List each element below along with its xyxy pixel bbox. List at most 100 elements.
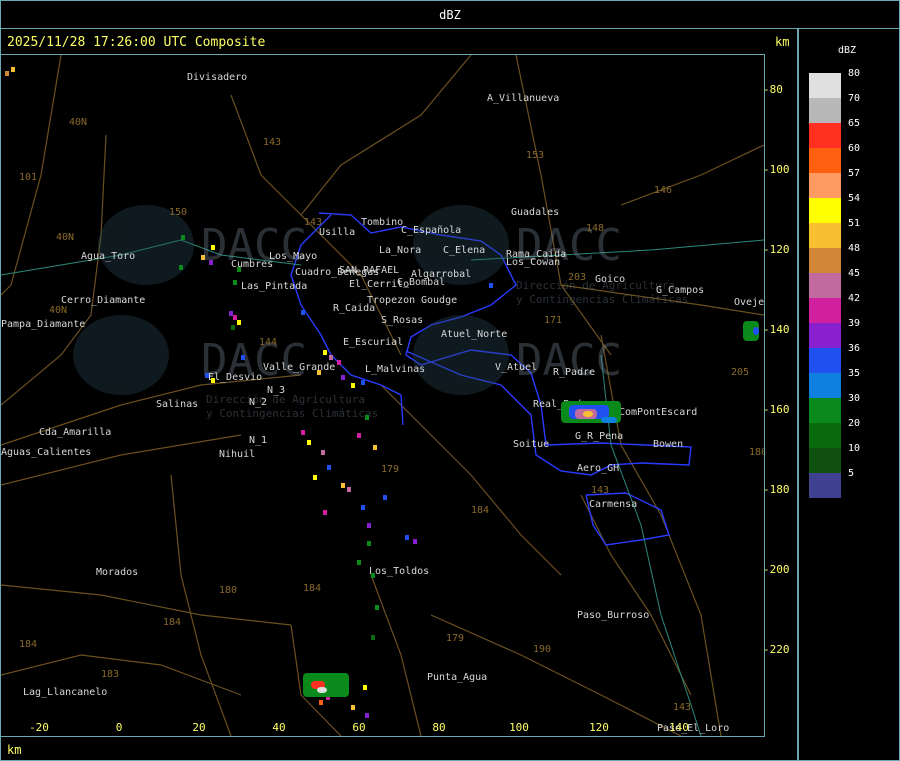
place-label: Paso_El_Loro [657,723,729,734]
place-label: A_Villanueva [487,93,559,104]
place-label: C_Bombal [397,277,445,288]
x-tick-label: 40 [272,721,285,734]
echo-cell [11,67,15,72]
place-label: G_Campos [656,285,704,296]
echo-cell [365,415,369,420]
svg-text:148: 148 [586,223,604,234]
echo-cell [347,487,351,492]
place-label: Ovejeria [734,297,764,308]
echo-cluster [753,327,759,335]
echo-cell [201,255,205,260]
place-label: S_Rosas [381,315,423,326]
svg-text:205: 205 [731,367,749,378]
echo-cell [329,355,333,360]
radar-map-plot[interactable]: DACC DACC DACC DACC Dirección de Agricul… [0,54,782,737]
y-tick-label: -200 [763,563,790,576]
x-tick-label: 120 [589,721,609,734]
place-label: N_2 [249,397,267,408]
echo-cluster [601,417,617,423]
echo-cell [181,235,185,240]
place-label: Pampa_Diamante [1,319,85,330]
legend-swatch [809,473,841,498]
legend-swatch [809,348,841,373]
y-tick-label: -120 [763,243,790,256]
x-axis-ticks: -20 0 20 40 60 80 100 120 140 [29,721,689,734]
echo-cell [341,483,345,488]
place-label: G_R_Pena [575,431,623,442]
svg-text:150: 150 [169,207,187,218]
legend-label: 45 [848,268,861,279]
place-label: Cda_Amarilla [39,427,111,438]
place-label: ComPontEscard [619,407,697,418]
echo-cell [367,541,371,546]
x-tick-label: -20 [29,721,49,734]
legend-label: 5 [848,468,855,479]
svg-text:179: 179 [381,464,399,475]
echo-cell [357,433,361,438]
legend-label: 36 [848,343,861,354]
echo-cell [489,283,493,288]
legend-label: 51 [848,218,861,229]
place-label: N_3 [267,385,285,396]
legend-swatch [809,148,841,173]
y-tick-label: -80 [763,83,783,96]
legend-swatch [809,448,841,473]
place-label: Goudge [421,295,457,306]
place-label: Valle_Grande [263,362,335,373]
x-tick-label: 80 [432,721,445,734]
place-label: Soitue [513,439,549,450]
echo-cell [413,539,417,544]
legend-swatch [809,248,841,273]
legend-label: 10 [848,443,861,454]
echo-cell [301,310,305,315]
legend-swatch [809,73,841,98]
echo-cell [233,315,237,320]
place-label: V_Atuel [495,362,537,373]
place-label: Guadales [511,207,559,218]
svg-text:40N: 40N [69,117,87,128]
radar-map-svg[interactable]: DACC DACC DACC DACC Dirección de Agricul… [0,54,782,737]
x-tick-label: 60 [352,721,365,734]
place-label: Las_Pintada [241,281,307,292]
place-label: Paso_Burroso [577,610,649,621]
echo-cell [373,445,377,450]
place-label: Punta_Agua [427,672,487,683]
legend-title: dBZ [838,45,857,56]
place-label: SAN_RAFAEL [339,265,399,276]
place-label: Nihuil [219,449,255,460]
x-tick-label: 100 [509,721,529,734]
svg-text:179: 179 [446,633,464,644]
echo-cell [209,260,213,265]
place-label: Aero_GH [577,463,619,474]
svg-text:184: 184 [471,505,489,516]
roads-layer [0,54,765,737]
watermark-line2-b: y Contingencias Climáticas [206,407,378,420]
place-label: Divisadero [187,72,247,83]
echo-cell [365,713,369,718]
echo-cell [357,560,361,565]
echo-cell [375,605,379,610]
echo-cell [367,523,371,528]
svg-text:171: 171 [544,315,562,326]
watermark-layer: DACC DACC DACC DACC Dirección de Agricul… [73,205,688,420]
legend-label: 20 [848,418,861,429]
place-label: La_Nora [379,245,421,256]
echo-cell [323,350,327,355]
timestamp-header: 2025/11/28 17:26:00 UTC Composite [7,35,266,50]
echo-cell [237,320,241,325]
watermark-line1-b: Dirección de Agricultura [206,393,365,406]
svg-text:184: 184 [19,639,37,650]
echo-cell [313,475,317,480]
place-label: Tombino [361,217,403,228]
echo-cell [341,375,345,380]
echo-cell [205,373,209,378]
legend-label: 70 [848,93,861,104]
title-bar: dBZ [0,0,900,29]
echo-cell [361,505,365,510]
echo-cell [371,573,375,578]
echo-cell [179,265,183,270]
place-label: Carmensa [589,499,637,510]
legend-label: 65 [848,118,861,129]
km-unit-top: km [775,35,790,49]
legend-label: 48 [848,243,861,254]
